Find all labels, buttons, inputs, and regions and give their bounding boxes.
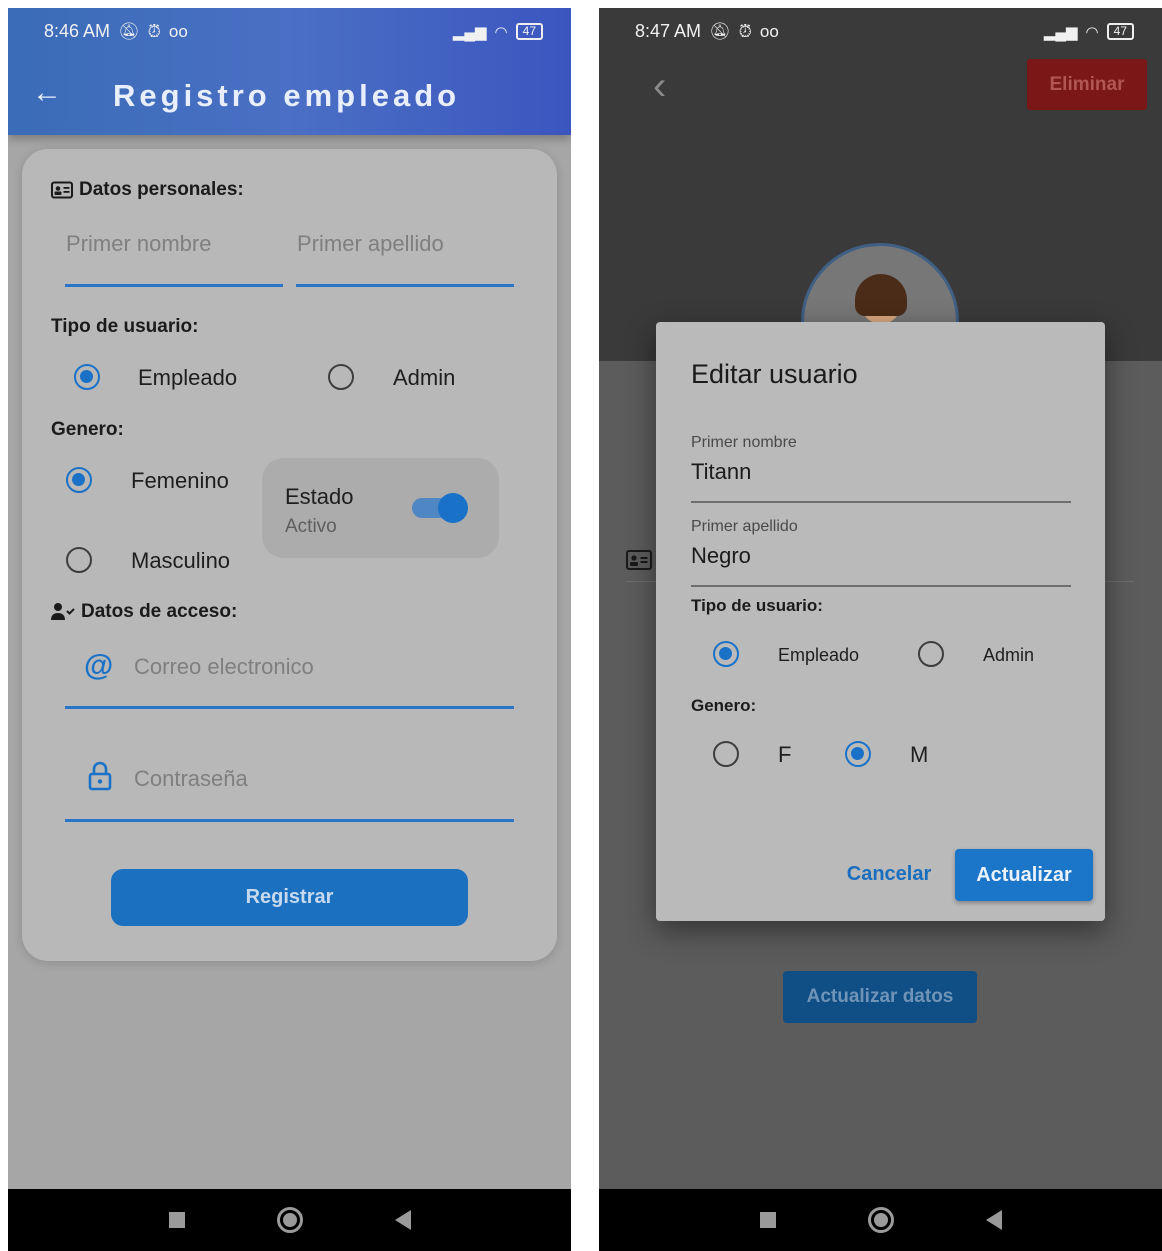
genero-heading: Genero:	[51, 419, 124, 441]
id-card-icon	[51, 181, 73, 199]
status-bar: 8:47 AM 🔕︎ ⏰︎ oo ▂▄▆ ◠ 47	[599, 8, 1162, 55]
estado-toggle[interactable]	[412, 493, 468, 523]
radio-empleado[interactable]	[74, 364, 100, 390]
register-form-card: Datos personales: Primer nombre Primer a…	[22, 149, 557, 961]
status-time: 8:46 AM	[44, 21, 111, 41]
signal-icon: ▂▄▆	[452, 23, 487, 41]
system-nav-bar	[599, 1189, 1162, 1251]
at-sign-icon: @	[84, 649, 114, 682]
datos-personales-heading: Datos personales:	[51, 179, 244, 201]
wifi-icon: ◠	[494, 23, 508, 41]
admin-label: Admin	[393, 365, 456, 390]
datos-acceso-label: Datos de acceso:	[81, 601, 238, 622]
voicemail-icon: oo	[168, 21, 188, 41]
wifi-icon: ◠	[1085, 23, 1099, 41]
email-input[interactable]: Correo electronico	[134, 654, 314, 680]
status-bar: 8:46 AM 🔕︎ ⏰︎ oo ▂▄▆ ◠ 47	[8, 8, 571, 55]
tipo-usuario-label: Tipo de usuario:	[51, 316, 199, 337]
user-detail-screen: 8:47 AM 🔕︎ ⏰︎ oo ▂▄▆ ◠ 47 ‹ Eliminar Act…	[599, 8, 1162, 1251]
register-button[interactable]: Registrar	[111, 869, 468, 926]
alarm-icon: ⏰︎	[738, 21, 752, 41]
voicemail-icon: oo	[759, 21, 779, 41]
radio-admin[interactable]	[328, 364, 354, 390]
recents-button[interactable]	[168, 1212, 185, 1228]
password-input[interactable]: Contraseña	[134, 766, 248, 792]
masculino-label: Masculino	[131, 548, 231, 573]
back-arrow-icon[interactable]: ←	[32, 78, 62, 108]
status-right: ▂▄▆ ◠ 47	[453, 23, 543, 41]
avatar-hair	[855, 274, 907, 316]
toggle-knob	[438, 493, 468, 523]
radio-admin[interactable]	[918, 641, 944, 667]
tipo-usuario-label: Tipo de usuario:	[691, 596, 823, 615]
radio-masculino[interactable]	[66, 547, 92, 573]
last-name-input[interactable]: Primer apellido	[297, 231, 444, 257]
estado-subtitle: Activo	[285, 516, 337, 537]
radio-empleado[interactable]	[713, 641, 739, 667]
last-name-field[interactable]: Negro	[691, 543, 751, 569]
last-name-label: Primer apellido	[691, 518, 798, 535]
f-label: F	[778, 742, 792, 767]
last-name-underline	[296, 284, 514, 287]
status-right: ▂▄▆ ◠ 47	[1044, 23, 1134, 41]
last-name-underline	[691, 585, 1071, 587]
femenino-label: Femenino	[131, 468, 229, 493]
empleado-label: Empleado	[138, 365, 238, 390]
home-button[interactable]	[867, 1207, 894, 1233]
person-check-icon	[51, 603, 75, 620]
id-card-icon	[626, 550, 652, 570]
cancel-button[interactable]: Cancelar	[844, 854, 934, 894]
alarm-icon: ⏰︎	[147, 21, 161, 41]
chevron-left-icon[interactable]: ‹	[653, 66, 666, 106]
email-underline	[65, 706, 514, 709]
battery-icon: 47	[1106, 23, 1134, 40]
first-name-label: Primer nombre	[691, 434, 797, 451]
first-name-underline	[691, 501, 1071, 503]
app-bar: 8:46 AM 🔕︎ ⏰︎ oo ▂▄▆ ◠ 47 ← Registro emp…	[8, 8, 571, 135]
page-title: Registro empleado	[113, 78, 461, 113]
back-button[interactable]	[985, 1210, 1002, 1230]
estado-title: Estado	[285, 484, 354, 509]
status-icons: 🔕︎ ⏰︎ oo	[118, 22, 188, 42]
edit-user-dialog: Editar usuario Primer nombre Titann Prim…	[656, 322, 1105, 921]
datos-personales-label: Datos personales:	[79, 179, 244, 200]
battery-icon: 47	[515, 23, 543, 40]
register-screen: 8:46 AM 🔕︎ ⏰︎ oo ▂▄▆ ◠ 47 ← Registro emp…	[8, 8, 571, 1251]
radio-femenino[interactable]	[66, 467, 92, 493]
update-button[interactable]: Actualizar	[955, 849, 1093, 901]
m-label: M	[910, 742, 929, 767]
estado-switch-tile[interactable]: Estado Activo	[262, 458, 499, 558]
status-icons: 🔕︎ ⏰︎ oo	[709, 22, 779, 42]
mute-icon: 🔕︎	[709, 21, 731, 41]
first-name-input[interactable]: Primer nombre	[66, 231, 211, 257]
first-name-underline	[65, 284, 283, 287]
home-button[interactable]	[276, 1207, 303, 1233]
empleado-label: Empleado	[778, 645, 860, 665]
radio-m[interactable]	[845, 741, 871, 767]
tipo-usuario-heading: Tipo de usuario:	[51, 316, 198, 338]
admin-label: Admin	[983, 645, 1035, 665]
genero-label: Genero:	[51, 419, 124, 440]
mute-icon: 🔕︎	[118, 21, 140, 41]
first-name-field[interactable]: Titann	[691, 459, 751, 485]
delete-button[interactable]: Eliminar	[1027, 59, 1147, 110]
update-data-button[interactable]: Actualizar datos	[783, 971, 977, 1023]
status-time: 8:47 AM	[635, 21, 702, 41]
recents-button[interactable]	[759, 1212, 776, 1228]
system-nav-bar	[8, 1189, 571, 1251]
back-button[interactable]	[394, 1210, 411, 1230]
radio-f[interactable]	[713, 741, 739, 767]
lock-icon	[88, 761, 112, 791]
datos-acceso-heading: Datos de acceso:	[51, 601, 237, 623]
password-underline	[65, 819, 514, 822]
dialog-title: Editar usuario	[691, 359, 858, 389]
signal-icon: ▂▄▆	[1043, 23, 1078, 41]
genero-label: Genero:	[691, 696, 757, 715]
